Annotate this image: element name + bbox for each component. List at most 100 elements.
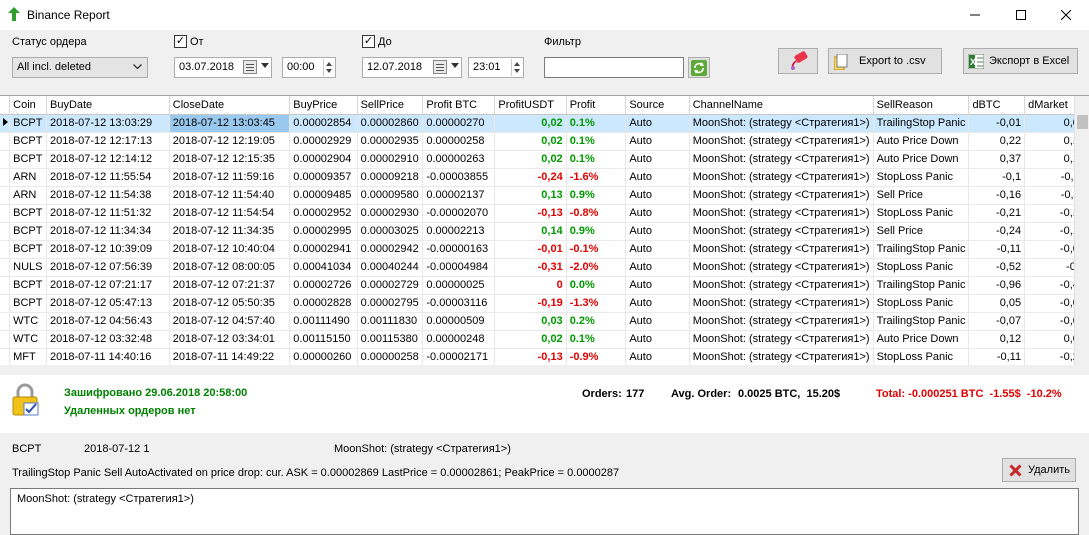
cell-source[interactable]: Auto <box>625 312 690 331</box>
cell-coin[interactable]: BCPT <box>9 222 47 241</box>
delete-button[interactable]: Удалить <box>1002 458 1076 482</box>
cell-buyprice[interactable]: 0.00115150 <box>289 330 358 349</box>
cell-coin[interactable]: BCPT <box>9 204 47 223</box>
cell-buydate[interactable]: 2018-07-12 05:47:13 <box>46 294 170 313</box>
cell-buydate[interactable]: 2018-07-12 04:56:43 <box>46 312 170 331</box>
chevron-down-icon[interactable] <box>451 63 459 68</box>
cell-coin[interactable]: MFT <box>9 348 47 365</box>
cell-coin[interactable]: ARN <box>9 168 47 187</box>
to-time-spinner[interactable]: 23:01 <box>468 57 524 78</box>
cell-profitusdt[interactable]: 0,13 <box>494 186 567 205</box>
column-header-profitusdt[interactable]: ProfitUSDT <box>494 96 567 115</box>
cell-dbtc[interactable]: -0,96 <box>968 276 1026 295</box>
cell-buyprice[interactable]: 0.00002941 <box>289 240 358 259</box>
cell-profit-btc[interactable]: -0.00003116 <box>422 294 496 313</box>
cell-profitusdt[interactable]: 0,03 <box>494 312 567 331</box>
cell-buyprice[interactable]: 0.00002929 <box>289 132 358 151</box>
cell-profitusdt[interactable]: -0,01 <box>494 240 567 259</box>
column-header-sellreason[interactable]: SellReason <box>873 96 970 115</box>
cell-profit-btc[interactable]: -0.00000163 <box>422 240 496 259</box>
row-indicator[interactable] <box>0 312 11 331</box>
cell-profit[interactable]: -1.6% <box>566 168 627 187</box>
cell-sellreason[interactable]: Auto Price Down <box>873 330 970 349</box>
column-header-dbtc[interactable]: dBTC <box>968 96 1026 115</box>
cell-profit[interactable]: -1.3% <box>566 294 627 313</box>
row-indicator[interactable] <box>0 330 11 349</box>
cell-sellprice[interactable]: 0.00002795 <box>357 294 424 313</box>
table-row[interactable]: BCPT 2018-07-12 10:39:09 2018-07-12 10:40:… <box>0 240 1089 259</box>
from-date-picker[interactable]: 03.07.2018 <box>174 57 272 78</box>
cell-source[interactable]: Auto <box>625 276 690 295</box>
row-indicator[interactable] <box>0 294 11 313</box>
cell-channelname[interactable]: MoonShot: (strategy <Стратегия1>) <box>689 240 874 259</box>
cell-dbtc[interactable]: -0,01 <box>968 114 1026 133</box>
cell-buydate[interactable]: 2018-07-12 11:55:54 <box>46 168 170 187</box>
cell-closedate[interactable]: 2018-07-12 13:03:45 <box>169 114 291 133</box>
cell-channelname[interactable]: MoonShot: (strategy <Стратегия1>) <box>689 168 874 187</box>
cell-sellprice[interactable]: 0.00040244 <box>357 258 424 277</box>
cell-channelname[interactable]: MoonShot: (strategy <Стратегия1>) <box>689 204 874 223</box>
row-indicator[interactable] <box>0 186 11 205</box>
cell-sellprice[interactable]: 0.00002860 <box>357 114 424 133</box>
cell-closedate[interactable]: 2018-07-12 11:54:40 <box>169 186 291 205</box>
cell-profit[interactable]: 0.9% <box>566 222 627 241</box>
table-row[interactable]: BCPT 2018-07-12 12:17:13 2018-07-12 12:19:… <box>0 132 1089 151</box>
cell-profit[interactable]: 0.1% <box>566 150 627 169</box>
table-row[interactable]: NULS 2018-07-12 07:56:39 2018-07-12 08:00:… <box>0 258 1089 277</box>
cell-sellprice[interactable]: 0.00002935 <box>357 132 424 151</box>
cell-sellreason[interactable]: Auto Price Down <box>873 150 970 169</box>
table-row[interactable]: WTC 2018-07-12 03:32:48 2018-07-12 03:34:0… <box>0 330 1089 349</box>
cell-dbtc[interactable]: -0,1 <box>968 168 1026 187</box>
cell-profit-btc[interactable]: 0.00002137 <box>422 186 496 205</box>
cell-dbtc[interactable]: -0,21 <box>968 204 1026 223</box>
column-header-source[interactable]: Source <box>625 96 690 115</box>
cell-profit-btc[interactable]: 0.00000248 <box>422 330 496 349</box>
cell-buydate[interactable]: 2018-07-12 10:39:09 <box>46 240 170 259</box>
cell-profit[interactable]: 0.1% <box>566 132 627 151</box>
cell-buydate[interactable]: 2018-07-12 07:21:17 <box>46 276 170 295</box>
filter-input[interactable] <box>544 57 684 78</box>
scrollbar-thumb[interactable] <box>1077 115 1088 129</box>
row-indicator[interactable] <box>0 150 11 169</box>
column-header-channelname[interactable]: ChannelName <box>689 96 874 115</box>
cell-sellreason[interactable]: TrailingStop Panic <box>873 276 970 295</box>
cell-sellreason[interactable]: TrailingStop Panic <box>873 240 970 259</box>
calendar-icon[interactable] <box>433 60 447 74</box>
cell-coin[interactable]: BCPT <box>9 132 47 151</box>
cell-closedate[interactable]: 2018-07-12 05:50:35 <box>169 294 291 313</box>
table-row[interactable]: WTC 2018-07-12 04:56:43 2018-07-12 04:57:4… <box>0 312 1089 331</box>
cell-sellprice[interactable]: 0.00002729 <box>357 276 424 295</box>
chevron-down-icon[interactable] <box>261 63 269 68</box>
column-header-profit[interactable]: Profit <box>566 96 627 115</box>
cell-buyprice[interactable]: 0.00002828 <box>289 294 358 313</box>
cell-buydate[interactable]: 2018-07-12 07:56:39 <box>46 258 170 277</box>
cell-dbtc[interactable]: 0,12 <box>968 330 1026 349</box>
cell-closedate[interactable]: 2018-07-12 11:34:35 <box>169 222 291 241</box>
cell-buydate[interactable]: 2018-07-12 12:14:12 <box>46 150 170 169</box>
cell-source[interactable]: Auto <box>625 330 690 349</box>
cell-source[interactable]: Auto <box>625 204 690 223</box>
cell-closedate[interactable]: 2018-07-12 10:40:04 <box>169 240 291 259</box>
from-time-spinner[interactable]: 00:00 <box>282 57 336 78</box>
cell-profitusdt[interactable]: 0,14 <box>494 222 567 241</box>
plugin-button[interactable] <box>778 48 818 74</box>
cell-buyprice[interactable]: 0.00002904 <box>289 150 358 169</box>
cell-buyprice[interactable]: 0.00009357 <box>289 168 358 187</box>
column-header-coin[interactable]: Coin <box>9 96 47 115</box>
cell-closedate[interactable]: 2018-07-12 11:59:16 <box>169 168 291 187</box>
cell-profitusdt[interactable]: 0,02 <box>494 330 567 349</box>
cell-profitusdt[interactable]: -0,24 <box>494 168 567 187</box>
cell-source[interactable]: Auto <box>625 348 690 365</box>
cell-profit-btc[interactable]: 0.00002213 <box>422 222 496 241</box>
cell-profit[interactable]: 0.0% <box>566 276 627 295</box>
cell-profitusdt[interactable]: 0,02 <box>494 114 567 133</box>
cell-closedate[interactable]: 2018-07-12 12:15:35 <box>169 150 291 169</box>
cell-profitusdt[interactable]: -0,13 <box>494 348 567 365</box>
spinner-arrows-icon[interactable] <box>511 59 522 76</box>
row-indicator[interactable] <box>0 114 11 133</box>
cell-channelname[interactable]: MoonShot: (strategy <Стратегия1>) <box>689 294 874 313</box>
cell-buyprice[interactable]: 0.00002726 <box>289 276 358 295</box>
cell-sellprice[interactable]: 0.00002942 <box>357 240 424 259</box>
cell-closedate[interactable]: 2018-07-12 12:19:05 <box>169 132 291 151</box>
cell-profitusdt[interactable]: 0 <box>494 276 567 295</box>
